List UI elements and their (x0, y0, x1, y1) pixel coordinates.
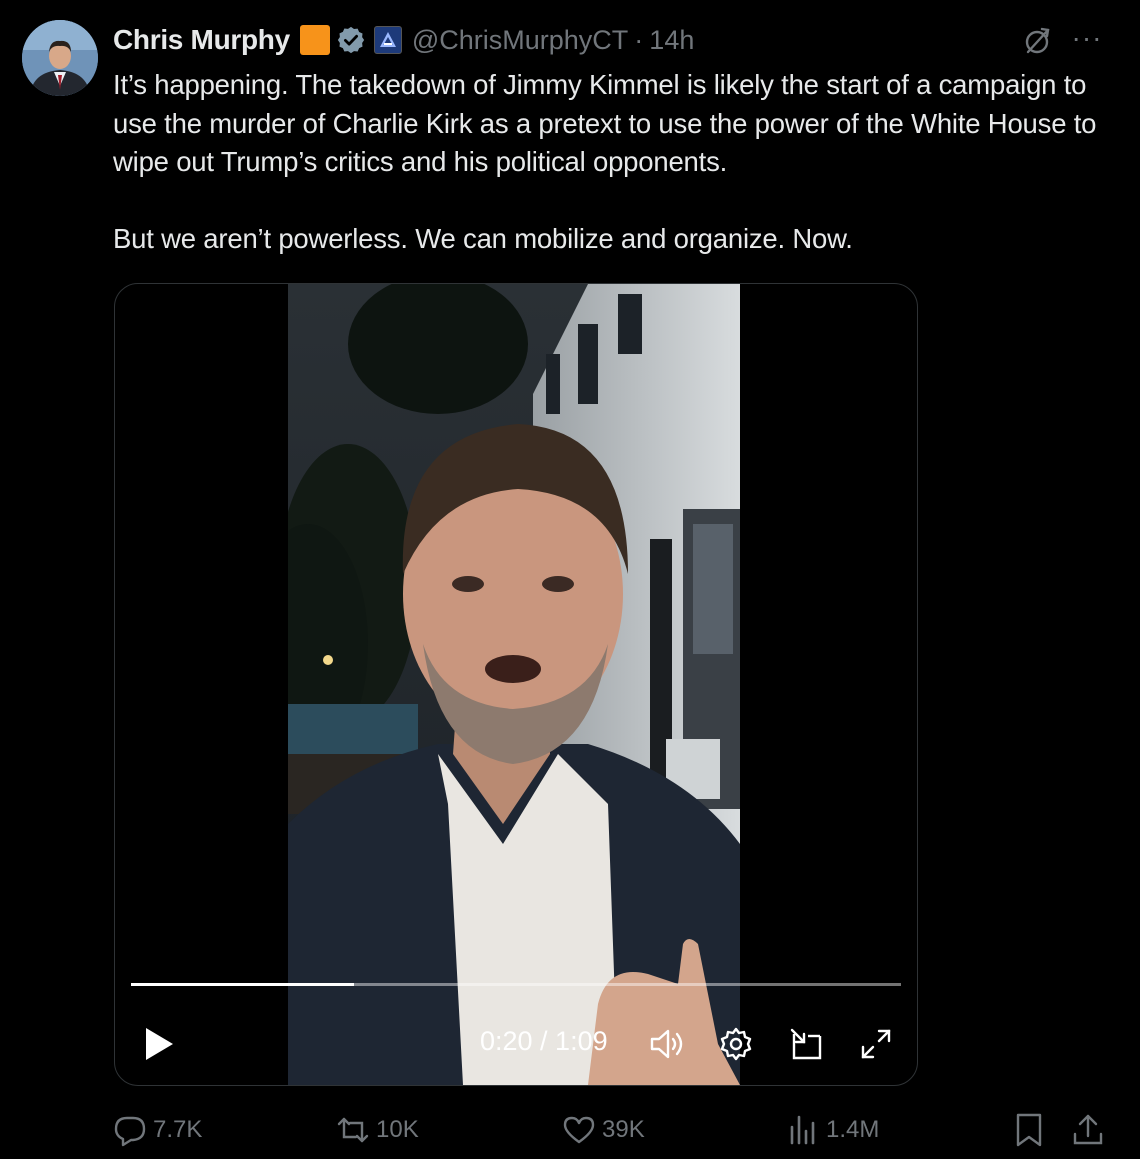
video-controls: 0:20 / 1:09 (115, 1024, 917, 1064)
tweet-paragraph-1: It’s happening. The takedown of Jimmy Ki… (113, 69, 1097, 177)
reply-button[interactable]: 7.7K (113, 1108, 202, 1152)
separator-dot: · (634, 24, 644, 55)
volume-icon[interactable] (649, 1026, 687, 1062)
share-icon[interactable] (1070, 1112, 1106, 1148)
view-count: 1.4M (826, 1116, 880, 1143)
video-timecode: 0:20 / 1:09 (480, 1026, 608, 1056)
play-icon[interactable] (143, 1026, 175, 1062)
author-name[interactable]: Chris Murphy (113, 24, 290, 56)
reply-count: 7.7K (153, 1116, 203, 1143)
reply-icon (114, 1116, 146, 1147)
subscriber-badge-icon (299, 25, 330, 55)
views-button[interactable]: 1.4M (786, 1108, 879, 1152)
tweet-header: Chris Murphy @ChrisMurphyCT · 14h (113, 20, 694, 60)
tweet-text: It’s happening. The takedown of Jimmy Ki… (113, 66, 1113, 258)
repost-icon (337, 1117, 369, 1143)
repost-count: 10K (376, 1116, 419, 1143)
tweet-actions: 7.7K 10K 39K 1.4M (0, 1108, 1140, 1152)
timestamp[interactable]: 14h (649, 25, 694, 56)
repost-button[interactable]: 10K (336, 1108, 419, 1152)
author-handle[interactable]: @ChrisMurphyCT (412, 25, 628, 56)
verified-badge-icon (337, 26, 364, 54)
grok-icon[interactable] (1020, 24, 1054, 58)
more-options-icon[interactable]: ··· (1070, 24, 1104, 56)
video-frame[interactable] (288, 284, 740, 1085)
bookmark-icon[interactable] (1012, 1112, 1046, 1148)
video-progress-fill (131, 983, 355, 986)
affiliation-badge-icon[interactable] (373, 26, 402, 54)
views-chart-icon (790, 1115, 815, 1145)
tweet-paragraph-2: But we aren’t powerless. We can mobilize… (113, 222, 853, 254)
like-count: 39K (602, 1116, 645, 1143)
heart-icon (563, 1116, 595, 1144)
settings-gear-icon[interactable] (718, 1026, 754, 1062)
tweet[interactable]: Chris Murphy @ChrisMurphyCT · 14h ··· It… (0, 0, 1140, 1159)
fullscreen-icon[interactable] (858, 1026, 894, 1062)
like-button[interactable]: 39K (562, 1108, 645, 1152)
picture-in-picture-icon[interactable] (788, 1026, 824, 1062)
avatar[interactable] (22, 20, 98, 96)
video-progress-bar[interactable] (131, 983, 901, 986)
video-player[interactable]: 0:20 / 1:09 (114, 283, 918, 1086)
